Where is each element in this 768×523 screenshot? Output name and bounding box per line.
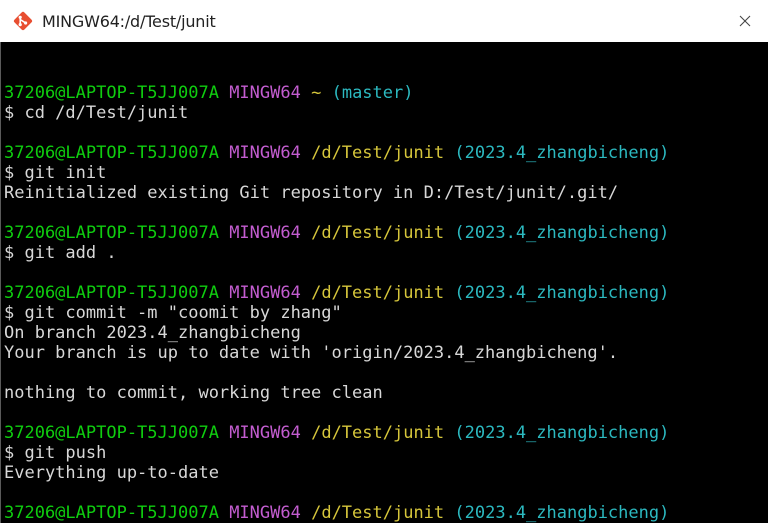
prompt-branch: (2023.4_zhangbicheng) xyxy=(454,283,670,303)
prompt-branch: (2023.4_zhangbicheng) xyxy=(454,143,670,163)
prompt-line: 37206@LAPTOP-T5JJ007A MINGW64 /d/Test/ju… xyxy=(0,423,768,443)
prompt-line: 37206@LAPTOP-T5JJ007A MINGW64 /d/Test/ju… xyxy=(0,503,768,523)
prompt-system: MINGW64 xyxy=(229,503,301,523)
output-line: $ git add . xyxy=(0,243,768,263)
prompt-system: MINGW64 xyxy=(229,83,301,103)
prompt-branch: (2023.4_zhangbicheng) xyxy=(454,223,670,243)
prompt-user: 37206@LAPTOP-T5JJ007A xyxy=(4,503,219,523)
prompt-system: MINGW64 xyxy=(229,283,301,303)
prompt-line: 37206@LAPTOP-T5JJ007A MINGW64 /d/Test/ju… xyxy=(0,143,768,163)
terminal-window: MINGW64:/d/Test/junit 37206@LAPTOP-T5JJ0… xyxy=(0,0,768,523)
prompt-user: 37206@LAPTOP-T5JJ007A xyxy=(4,423,219,443)
output-line: $ cd /d/Test/junit xyxy=(0,103,768,123)
output-line: $ git init xyxy=(0,163,768,183)
output-line: Everything up-to-date xyxy=(0,463,768,483)
close-icon[interactable] xyxy=(722,0,768,42)
prompt-line: 37206@LAPTOP-T5JJ007A MINGW64 /d/Test/ju… xyxy=(0,283,768,303)
output-text: Reinitialized existing Git repository in… xyxy=(4,183,619,203)
output-text: $ git init xyxy=(4,163,107,183)
prompt-path: /d/Test/junit xyxy=(311,423,445,443)
prompt-user: 37206@LAPTOP-T5JJ007A xyxy=(4,283,219,303)
output-text: $ git add . xyxy=(4,243,117,263)
output-text: On branch 2023.4_zhangbicheng xyxy=(4,323,301,343)
prompt-line: 37206@LAPTOP-T5JJ007A MINGW64 ~ (master) xyxy=(0,83,768,103)
prompt-path: /d/Test/junit xyxy=(311,223,445,243)
output-line: $ git push xyxy=(0,443,768,463)
output-text: $ git push xyxy=(4,443,107,463)
prompt-branch: (2023.4_zhangbicheng) xyxy=(454,503,670,523)
prompt-user: 37206@LAPTOP-T5JJ007A xyxy=(4,143,219,163)
prompt-path: /d/Test/junit xyxy=(311,283,445,303)
output-line: On branch 2023.4_zhangbicheng xyxy=(0,323,768,343)
title-bar[interactable]: MINGW64:/d/Test/junit xyxy=(0,0,768,42)
output-text: Your branch is up to date with 'origin/2… xyxy=(4,343,619,363)
output-text: $ git commit -m "coomit by zhang" xyxy=(4,303,342,323)
prompt-branch: (master) xyxy=(331,83,414,103)
prompt-system: MINGW64 xyxy=(229,143,301,163)
output-line: $ git commit -m "coomit by zhang" xyxy=(0,303,768,323)
prompt-user: 37206@LAPTOP-T5JJ007A xyxy=(4,83,219,103)
git-logo-icon xyxy=(13,11,33,31)
prompt-branch: (2023.4_zhangbicheng) xyxy=(454,423,670,443)
window-title: MINGW64:/d/Test/junit xyxy=(42,11,216,31)
output-line: Reinitialized existing Git repository in… xyxy=(0,183,768,203)
output-text: Everything up-to-date xyxy=(4,463,219,483)
prompt-system: MINGW64 xyxy=(229,223,301,243)
prompt-path: ~ xyxy=(311,83,322,103)
terminal-output[interactable]: 37206@LAPTOP-T5JJ007A MINGW64 ~ (master)… xyxy=(0,63,768,523)
prompt-path: /d/Test/junit xyxy=(311,143,445,163)
output-text: $ cd /d/Test/junit xyxy=(4,103,189,123)
output-text: nothing to commit, working tree clean xyxy=(4,383,383,403)
prompt-system: MINGW64 xyxy=(229,423,301,443)
output-line: nothing to commit, working tree clean xyxy=(0,383,768,403)
output-line: Your branch is up to date with 'origin/2… xyxy=(0,343,768,363)
prompt-user: 37206@LAPTOP-T5JJ007A xyxy=(4,223,219,243)
prompt-path: /d/Test/junit xyxy=(311,503,445,523)
prompt-line: 37206@LAPTOP-T5JJ007A MINGW64 /d/Test/ju… xyxy=(0,223,768,243)
